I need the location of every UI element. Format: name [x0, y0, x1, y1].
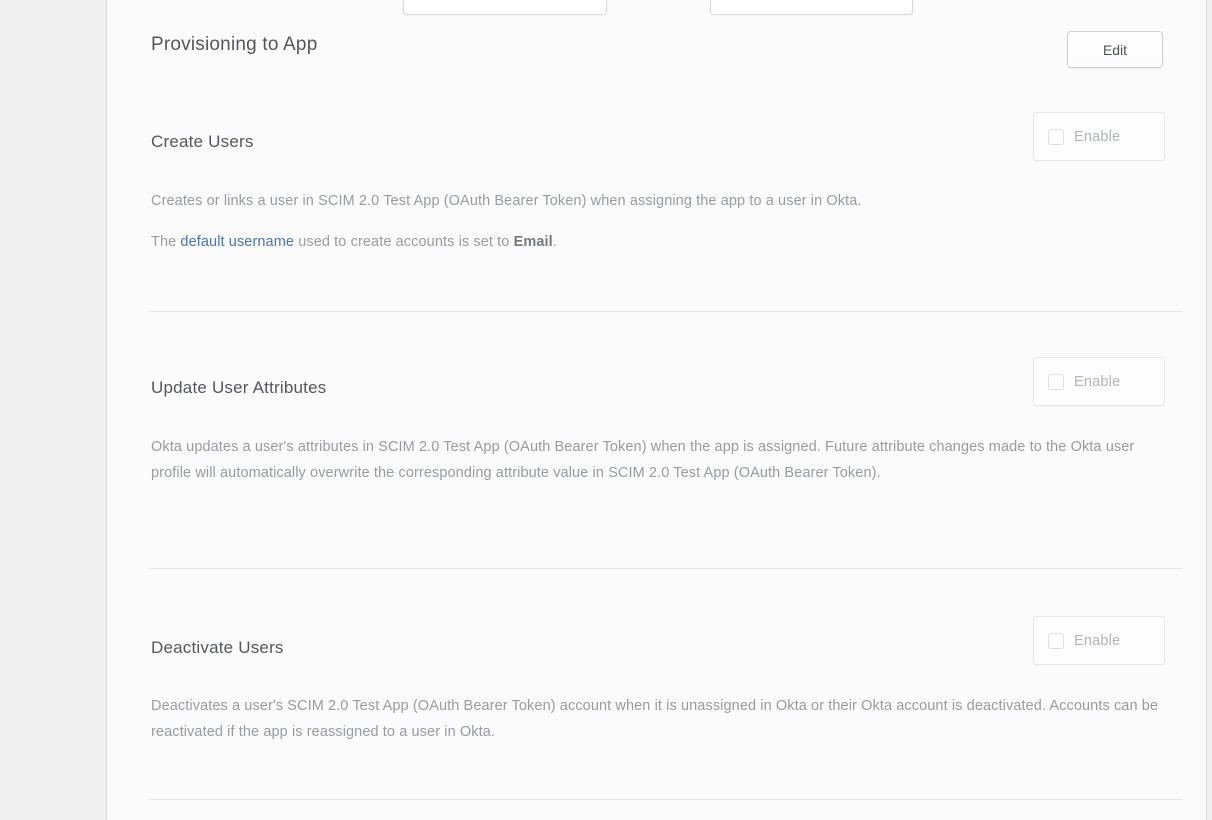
enable-toggle-create-users[interactable]: Enable — [1033, 112, 1165, 161]
provisioning-settings-panel: Provisioning to App Edit Create Users En… — [106, 0, 1207, 820]
checkbox-icon[interactable] — [1048, 374, 1064, 390]
default-username-link[interactable]: default username — [180, 234, 294, 250]
note-text-prefix: The — [151, 234, 180, 250]
edit-button[interactable]: Edit — [1067, 31, 1163, 68]
section-title-update-user-attributes: Update User Attributes — [151, 377, 326, 399]
section-header: Provisioning to App Edit — [151, 28, 1166, 70]
checkbox-icon[interactable] — [1048, 633, 1064, 649]
enable-toggle-label: Enable — [1074, 129, 1120, 145]
partial-button-left[interactable] — [403, 0, 607, 15]
update-user-attributes-description: Okta updates a user's attributes in SCIM… — [151, 434, 1171, 486]
partial-button-right[interactable] — [710, 0, 913, 15]
section-title-deactivate-users: Deactivate Users — [151, 637, 284, 659]
section-title-create-users: Create Users — [151, 131, 254, 153]
page-title: Provisioning to App — [151, 34, 317, 56]
checkbox-icon[interactable] — [1048, 129, 1064, 145]
section-divider — [149, 568, 1183, 569]
deactivate-users-description: Deactivates a user's SCIM 2.0 Test App (… — [151, 693, 1171, 745]
note-text-suffix: . — [553, 234, 557, 250]
enable-toggle-deactivate-users[interactable]: Enable — [1033, 616, 1165, 665]
note-bold-email: Email — [514, 234, 553, 250]
enable-toggle-label: Enable — [1074, 374, 1120, 390]
section-divider — [149, 311, 1183, 312]
enable-toggle-label: Enable — [1074, 633, 1120, 649]
create-users-description: Creates or links a user in SCIM 2.0 Test… — [151, 188, 1171, 214]
default-username-note: The default username used to create acco… — [151, 229, 1171, 255]
section-divider — [149, 799, 1183, 800]
note-text-middle: used to create accounts is set to — [294, 234, 514, 250]
enable-toggle-update-user-attributes[interactable]: Enable — [1033, 357, 1165, 406]
